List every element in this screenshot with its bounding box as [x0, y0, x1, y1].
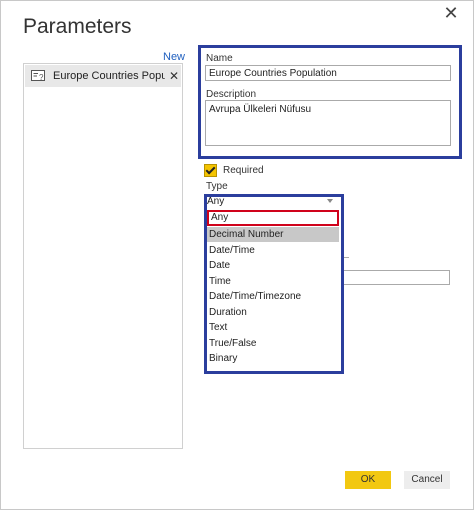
required-label: Required — [223, 165, 264, 176]
type-option-text[interactable]: Text — [207, 320, 339, 335]
ok-button[interactable]: OK — [345, 471, 391, 489]
parameter-list: ? Europe Countries Popula... ✕ — [23, 63, 183, 449]
required-checkbox[interactable] — [204, 164, 217, 177]
type-option-duration[interactable]: Duration — [207, 305, 339, 320]
svg-text:?: ? — [39, 73, 44, 82]
type-select[interactable]: Any — [207, 196, 339, 208]
description-label: Description — [206, 89, 257, 100]
name-input[interactable] — [205, 65, 451, 81]
remove-item-icon[interactable]: ✕ — [169, 69, 179, 83]
description-textarea[interactable]: Avrupa Ülkeleri Nüfusu — [205, 100, 451, 146]
parameter-icon: ? — [31, 70, 45, 82]
cancel-button[interactable]: Cancel — [404, 471, 450, 489]
list-item[interactable]: ? Europe Countries Popula... ✕ — [25, 65, 181, 87]
type-option-date-time-timezone[interactable]: Date/Time/Timezone — [207, 289, 339, 304]
type-option-binary[interactable]: Binary — [207, 351, 339, 366]
new-parameter-link[interactable]: New — [163, 51, 185, 63]
chevron-down-icon — [327, 199, 333, 203]
type-select-value: Any — [207, 196, 225, 207]
name-label: Name — [206, 53, 233, 64]
close-icon[interactable]: ✕ — [441, 3, 461, 23]
type-option-date-time[interactable]: Date/Time — [207, 243, 339, 258]
type-option-any[interactable]: Any — [207, 210, 339, 226]
parameters-dialog: ✕ Parameters New ? Europe Countries Popu… — [0, 0, 474, 510]
hidden-input-field[interactable] — [343, 270, 450, 285]
required-checkbox-row[interactable]: Required — [204, 164, 264, 177]
type-label: Type — [206, 181, 228, 192]
type-option-decimal-number[interactable]: Decimal Number — [207, 227, 339, 242]
dialog-title: Parameters — [23, 15, 132, 38]
list-item-label: Europe Countries Popula... — [53, 70, 165, 82]
type-option-time[interactable]: Time — [207, 274, 339, 289]
type-option-date[interactable]: Date — [207, 258, 339, 273]
type-option-true-false[interactable]: True/False — [207, 336, 339, 351]
